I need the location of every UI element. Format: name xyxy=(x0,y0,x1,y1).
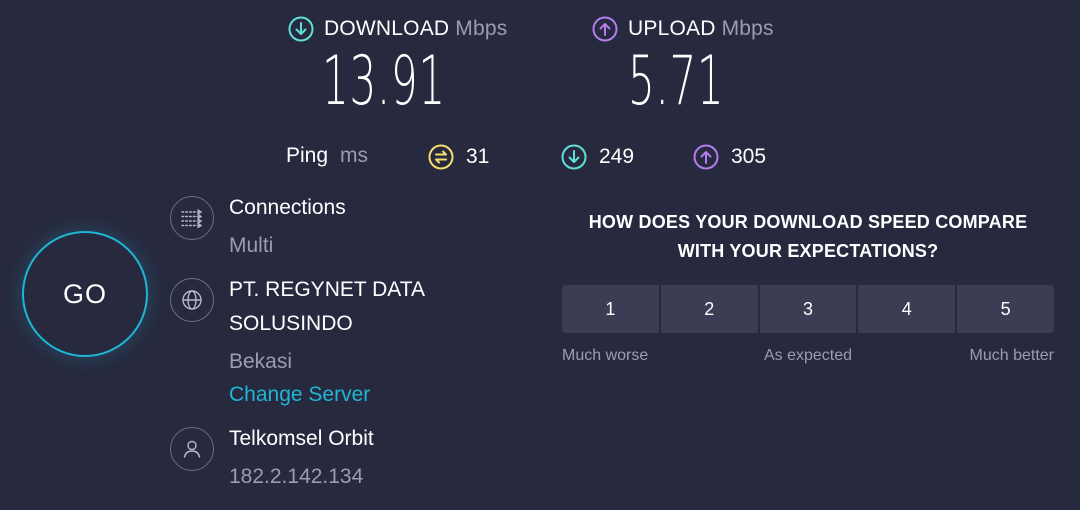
scale-label-high: Much better xyxy=(969,347,1054,364)
rating-option-4[interactable]: 4 xyxy=(858,285,958,333)
ping-upload: 305 xyxy=(693,144,766,170)
ping-idle-value: 31 xyxy=(466,145,490,168)
connections-icon[interactable] xyxy=(170,196,214,240)
rating-option-2[interactable]: 2 xyxy=(660,285,760,333)
rating-option-3[interactable]: 3 xyxy=(759,285,859,333)
ping-download: 249 xyxy=(561,144,634,170)
download-label: DOWNLOAD xyxy=(324,17,450,40)
user-icon xyxy=(170,427,214,471)
survey-question-line1: HOW DOES YOUR DOWNLOAD SPEED COMPARE xyxy=(588,212,1028,232)
ping-unit: ms xyxy=(340,144,369,167)
survey-question-line2: WITH YOUR EXPECTATIONS? xyxy=(677,241,939,261)
upload-label: UPLOAD xyxy=(628,17,716,40)
provider-ip: 182.2.142.134 xyxy=(229,465,364,488)
ping-download-value: 249 xyxy=(599,145,635,168)
globe-icon-glyph xyxy=(182,290,202,310)
ping-upload-value: 305 xyxy=(731,145,767,168)
globe-icon xyxy=(170,278,214,322)
jitter-icon xyxy=(428,144,454,170)
upload-header: UPLOAD Mbps xyxy=(592,16,774,42)
server-location: Bekasi xyxy=(229,350,293,373)
provider-name: Telkomsel Orbit xyxy=(229,427,374,450)
server-name-line2: SOLUSINDO xyxy=(229,312,353,335)
rating-option-5[interactable]: 5 xyxy=(957,285,1054,333)
ping-label-group: Ping ms xyxy=(286,144,368,168)
download-value: 13.91 xyxy=(322,42,446,121)
server-name-line1: PT. REGYNET DATA xyxy=(229,278,426,301)
connections-icon-glyph xyxy=(181,209,203,228)
upload-arrow-icon xyxy=(592,16,618,42)
upload-arrow-icon xyxy=(693,144,719,170)
rating-bar: 1 2 3 4 5 xyxy=(562,285,1054,333)
connections-value[interactable]: Multi xyxy=(229,229,273,263)
survey-question: HOW DOES YOUR DOWNLOAD SPEED COMPARE WIT… xyxy=(562,208,1054,266)
connections-title: Connections xyxy=(229,196,346,219)
upload-unit: Mbps xyxy=(721,17,774,40)
download-unit: Mbps xyxy=(455,17,508,40)
ping-idle: 31 xyxy=(428,144,489,170)
download-header: DOWNLOAD Mbps xyxy=(288,16,507,42)
download-arrow-icon xyxy=(288,16,314,42)
go-button[interactable]: GO xyxy=(22,231,148,357)
ping-label: Ping xyxy=(286,144,329,167)
change-server-link[interactable]: Change Server xyxy=(229,378,370,412)
rating-option-1[interactable]: 1 xyxy=(562,285,661,333)
upload-value: 5.71 xyxy=(628,42,725,121)
scale-label-low: Much worse xyxy=(562,347,649,364)
user-icon-glyph xyxy=(183,440,201,458)
download-arrow-icon xyxy=(561,144,587,170)
